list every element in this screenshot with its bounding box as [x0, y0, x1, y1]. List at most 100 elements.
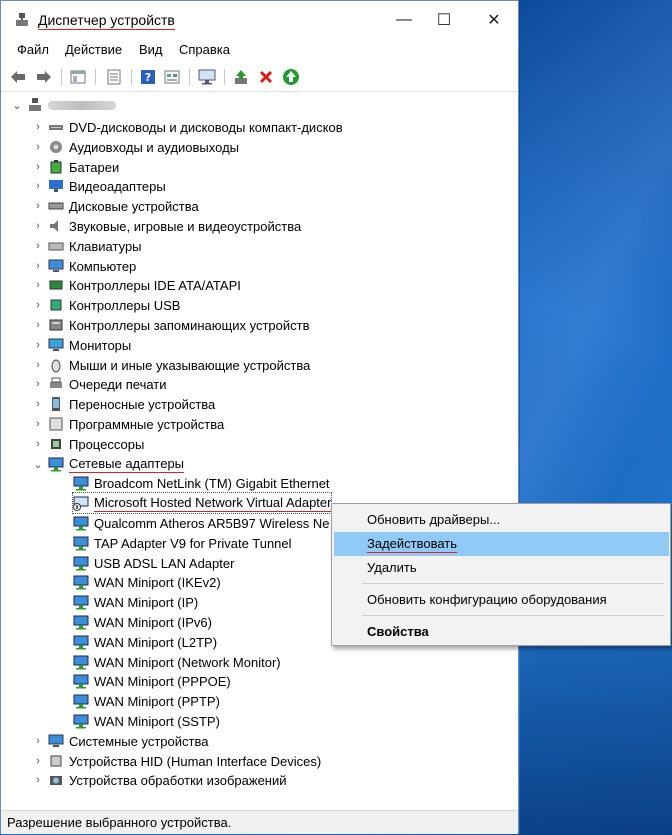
scan-hardware-button[interactable] — [198, 68, 216, 86]
software-icon — [49, 417, 63, 431]
tree-category[interactable]: › Батареи — [32, 157, 119, 177]
view-icon — [164, 70, 180, 84]
chevron-right-icon[interactable]: › — [32, 240, 44, 252]
tree-device[interactable]: WAN Miniport (PPTP) — [73, 691, 220, 711]
tree-item-label: Broadcom NetLink (TM) Gigabit Ethernet — [94, 475, 330, 491]
tree-category-network-adapters[interactable]: ⌄ Сетевые адаптеры — [32, 454, 185, 474]
chevron-right-icon[interactable]: › — [32, 378, 44, 390]
menu-view[interactable]: Вид — [139, 42, 163, 57]
device-manager-icon — [16, 13, 28, 26]
toolbar-separator — [224, 69, 225, 85]
forward-button[interactable] — [35, 68, 53, 86]
chevron-right-icon[interactable]: › — [32, 735, 44, 747]
uninstall-device-button[interactable] — [257, 68, 275, 86]
menu-item-enable[interactable]: Задействовать — [334, 532, 669, 556]
tree-category[interactable]: › Системные устройства — [32, 731, 208, 751]
menu-item-label: Свойства — [367, 624, 429, 639]
tree-item-label: Контроллеры IDE ATA/ATAPI — [69, 277, 241, 293]
chevron-right-icon[interactable]: › — [32, 418, 44, 430]
window-title: Диспетчер устройств — [38, 12, 175, 30]
tree-category[interactable]: › Клавиатуры — [32, 236, 141, 256]
tree-category[interactable]: › Мониторы — [32, 335, 131, 355]
maximize-icon: ☐ — [436, 12, 452, 29]
tree-category[interactable]: › Звуковые, игровые и видеоустройства — [32, 216, 301, 236]
tree-category[interactable]: › Программные устройства — [32, 414, 224, 434]
network-adapter-icon — [73, 694, 89, 709]
tree-category[interactable]: › Очереди печати — [32, 374, 166, 394]
tree-category[interactable]: › DVD-дисководы и дисководы компакт-диско… — [32, 117, 343, 137]
chevron-right-icon[interactable]: › — [32, 438, 44, 450]
tree-category[interactable]: › Видеоадаптеры — [32, 176, 166, 196]
toolbar-separator — [95, 69, 96, 85]
tree-category[interactable]: › Устройства обработки изображений — [32, 770, 286, 790]
show-hide-console-button[interactable] — [69, 68, 87, 86]
tree-category[interactable]: › Дисковые устройства — [32, 196, 199, 216]
chevron-right-icon[interactable]: › — [32, 319, 44, 331]
close-button[interactable]: ✕ — [471, 1, 517, 39]
tree-device[interactable]: TAP Adapter V9 for Private Tunnel — [73, 533, 292, 553]
chevron-right-icon[interactable]: › — [32, 180, 44, 192]
menu-item-scan-hardware[interactable]: Обновить конфигурацию оборудования — [334, 588, 669, 612]
tree-device[interactable]: WAN Miniport (SSTP) — [73, 711, 220, 731]
chevron-right-icon[interactable]: › — [32, 121, 44, 133]
view-button[interactable] — [163, 68, 181, 86]
tree-device[interactable]: WAN Miniport (IKEv2) — [73, 572, 221, 592]
tree-category[interactable]: › Процессоры — [32, 434, 144, 454]
maximize-button[interactable]: ☐ — [421, 1, 467, 39]
menu-item-properties[interactable]: Свойства — [334, 620, 669, 644]
tree-device[interactable]: WAN Miniport (IP) — [73, 592, 198, 612]
menu-item-delete[interactable]: Удалить — [334, 556, 669, 580]
chevron-right-icon[interactable]: › — [32, 359, 44, 371]
chevron-right-icon[interactable]: › — [32, 774, 44, 786]
tree-item-label: WAN Miniport (PPTP) — [94, 693, 220, 709]
network-adapter-icon — [73, 655, 89, 670]
tree-device[interactable]: WAN Miniport (Network Monitor) — [73, 652, 281, 672]
chevron-right-icon[interactable]: › — [32, 279, 44, 291]
title-bar[interactable]: Диспетчер устройств — ☐ ✕ — [1, 1, 518, 39]
tree-device[interactable]: Qualcomm Atheros AR5B97 Wireless Ne — [73, 513, 330, 533]
tree-device[interactable]: WAN Miniport (IPv6) — [73, 612, 212, 632]
tree-category[interactable]: › Мыши и иные указывающие устройства — [32, 355, 310, 375]
chevron-down-icon[interactable]: ⌄ — [32, 458, 44, 471]
tree-item-label: WAN Miniport (L2TP) — [94, 634, 218, 650]
chevron-right-icon[interactable]: › — [32, 339, 44, 351]
tree-root[interactable]: ⌄ — [11, 95, 116, 115]
chevron-right-icon[interactable]: › — [32, 398, 44, 410]
tree-device[interactable]: WAN Miniport (L2TP) — [73, 632, 217, 652]
tree-item-label: Qualcomm Atheros AR5B97 Wireless Ne — [94, 515, 330, 531]
properties-toolbar-button[interactable] — [105, 68, 123, 86]
tree-category[interactable]: › Контроллеры запоминающих устройств — [32, 315, 309, 335]
enable-device-button[interactable] — [282, 68, 300, 86]
chevron-down-icon[interactable]: ⌄ — [11, 99, 23, 112]
toolbar-separator — [131, 69, 132, 85]
update-driver-button[interactable] — [232, 68, 250, 86]
menu-action[interactable]: Действие — [65, 42, 122, 57]
back-button[interactable] — [9, 68, 27, 86]
tree-device[interactable]: USB ADSL LAN Adapter — [73, 553, 234, 573]
chevron-right-icon[interactable]: › — [32, 141, 44, 153]
tree-device[interactable]: WAN Miniport (PPPOE) — [73, 671, 231, 691]
properties-icon — [107, 69, 121, 85]
hid-icon — [50, 755, 62, 767]
chevron-right-icon[interactable]: › — [32, 260, 44, 272]
menu-help[interactable]: Справка — [179, 42, 230, 57]
tree-device-selected[interactable]: Microsoft Hosted Network Virtual Adapter — [71, 492, 333, 514]
tree-category[interactable]: › Переносные устройства — [32, 394, 215, 414]
tree-category[interactable]: › Контроллеры IDE ATA/ATAPI — [32, 275, 241, 295]
chevron-right-icon[interactable]: › — [32, 755, 44, 767]
chevron-right-icon[interactable]: › — [32, 161, 44, 173]
usb-icon — [50, 299, 62, 311]
tree-category[interactable]: › Аудиовходы и аудиовыходы — [32, 137, 239, 157]
tree-item-label: WAN Miniport (PPPOE) — [94, 673, 231, 689]
tree-category[interactable]: › Устройства HID (Human Interface Devices… — [32, 751, 321, 771]
tree-category[interactable]: › Контроллеры USB — [32, 295, 180, 315]
menu-item-update-drivers[interactable]: Обновить драйверы... — [334, 508, 669, 532]
chevron-right-icon[interactable]: › — [32, 299, 44, 311]
menu-file[interactable]: Файл — [17, 42, 49, 57]
tree-category[interactable]: › Компьютер — [32, 256, 136, 276]
green-arrow-up-icon — [283, 69, 299, 85]
chevron-right-icon[interactable]: › — [32, 200, 44, 212]
chevron-right-icon[interactable]: › — [32, 220, 44, 232]
help-button[interactable]: ? — [139, 68, 157, 86]
tree-device[interactable]: Broadcom NetLink (TM) Gigabit Ethernet — [73, 473, 330, 493]
